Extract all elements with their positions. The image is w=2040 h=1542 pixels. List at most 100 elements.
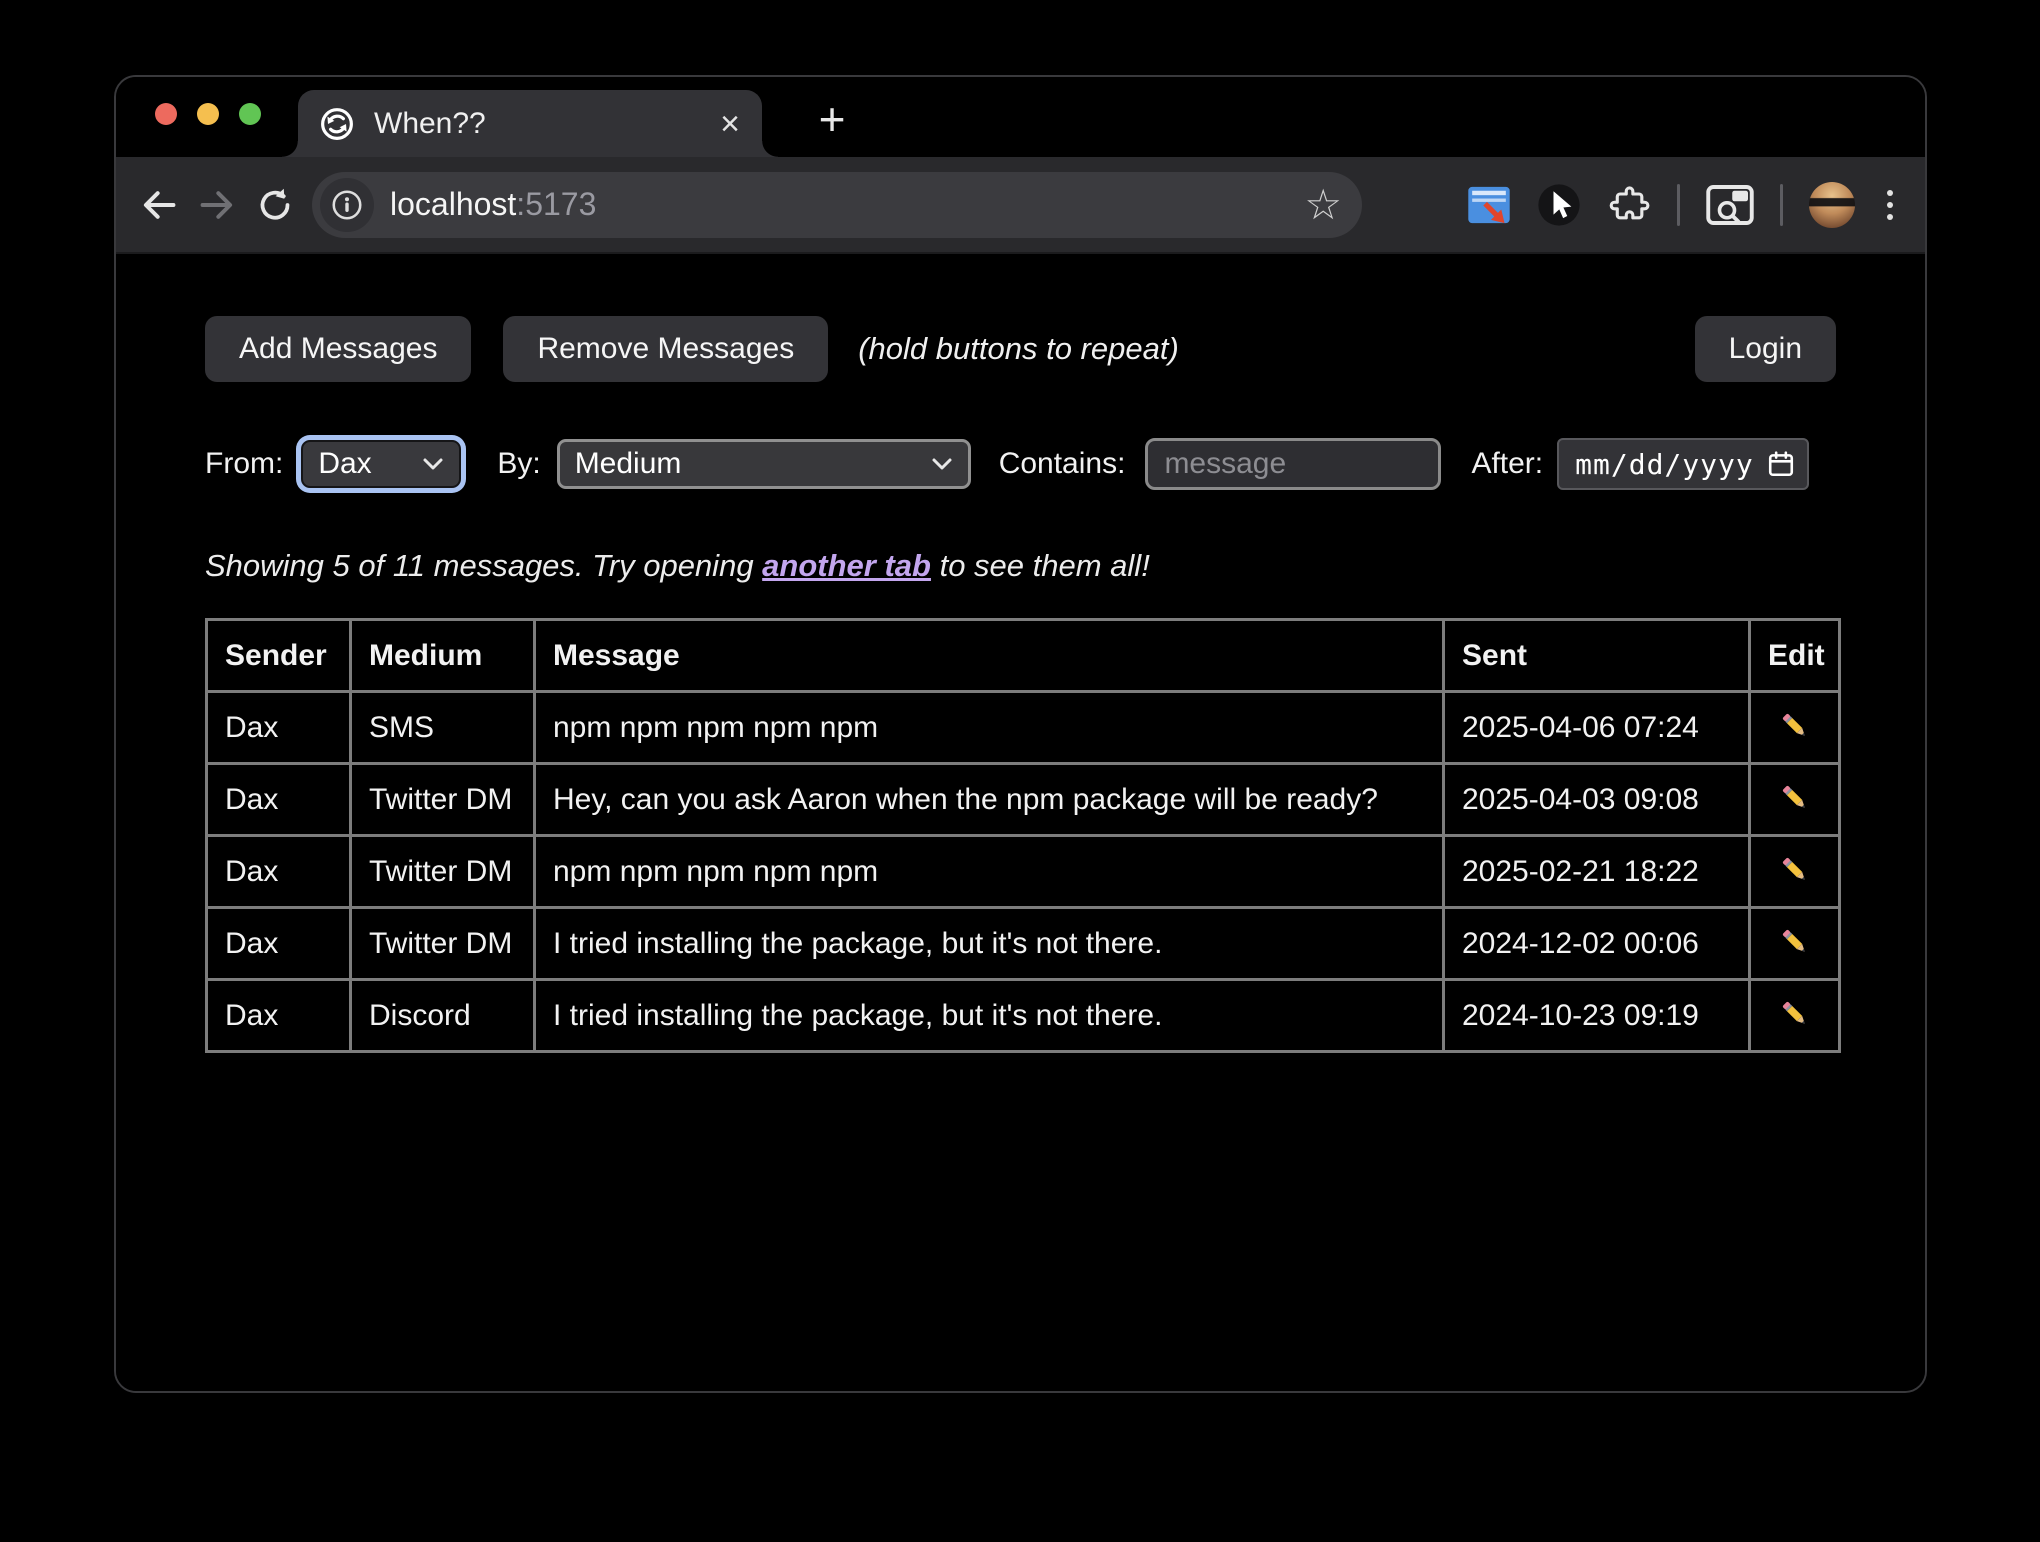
profile-avatar[interactable] bbox=[1809, 182, 1855, 228]
cell-message: I tried installing the package, but it's… bbox=[535, 908, 1444, 980]
after-label: After: bbox=[1471, 447, 1543, 481]
contains-label: Contains: bbox=[999, 447, 1126, 481]
from-select-value: Dax bbox=[318, 447, 371, 481]
page-content: Add Messages Remove Messages (hold butto… bbox=[116, 254, 1925, 1393]
cell-edit bbox=[1750, 764, 1840, 836]
cell-medium: Twitter DM bbox=[351, 764, 535, 836]
from-select[interactable]: Dax bbox=[301, 440, 461, 488]
window-resize-extension-icon[interactable] bbox=[1467, 185, 1511, 225]
forward-button[interactable] bbox=[188, 176, 246, 234]
by-select-value: Medium bbox=[575, 447, 682, 481]
three-dots-menu-icon[interactable] bbox=[1881, 184, 1899, 226]
status-line: Showing 5 of 11 messages. Try opening an… bbox=[205, 548, 1836, 584]
refresh-icon bbox=[255, 185, 295, 225]
zoom-window-button[interactable] bbox=[239, 103, 261, 125]
login-button[interactable]: Login bbox=[1695, 316, 1836, 382]
toolbar-right-cluster bbox=[1467, 182, 1903, 228]
cell-sender: Dax bbox=[207, 908, 351, 980]
cell-medium: Twitter DM bbox=[351, 908, 535, 980]
cell-sent: 2025-02-21 18:22 bbox=[1444, 836, 1750, 908]
edit-message-button[interactable] bbox=[1774, 777, 1816, 822]
browser-tab[interactable]: When?? × bbox=[298, 90, 762, 157]
info-circle-icon bbox=[329, 187, 365, 223]
arrow-left-icon bbox=[138, 184, 180, 226]
url-host: localhost bbox=[390, 186, 516, 223]
star-outline-bookmark-icon[interactable]: ☆ bbox=[1304, 184, 1342, 226]
edit-message-button[interactable] bbox=[1774, 849, 1816, 894]
pencil-icon bbox=[1778, 709, 1812, 743]
cell-edit bbox=[1750, 836, 1840, 908]
reload-button[interactable] bbox=[246, 176, 304, 234]
cell-sent: 2024-12-02 00:06 bbox=[1444, 908, 1750, 980]
cell-sent: 2025-04-03 09:08 bbox=[1444, 764, 1750, 836]
cell-sender: Dax bbox=[207, 980, 351, 1052]
edit-message-button[interactable] bbox=[1774, 993, 1816, 1038]
another-tab-link[interactable]: another tab bbox=[762, 548, 931, 583]
edit-message-button[interactable] bbox=[1774, 921, 1816, 966]
toolbar-separator bbox=[1780, 184, 1783, 226]
cell-sent: 2024-10-23 09:19 bbox=[1444, 980, 1750, 1052]
table-row: Dax Discord I tried installing the packa… bbox=[207, 980, 1840, 1052]
column-header-medium: Medium bbox=[351, 620, 535, 692]
site-info-button[interactable] bbox=[320, 178, 374, 232]
close-window-button[interactable] bbox=[155, 103, 177, 125]
sync-circle-favicon-icon bbox=[320, 107, 354, 141]
window-controls bbox=[155, 103, 261, 125]
column-header-sent: Sent bbox=[1444, 620, 1750, 692]
minimize-window-button[interactable] bbox=[197, 103, 219, 125]
browser-window: When?? × + bbox=[114, 75, 1927, 1393]
cell-sent: 2025-04-06 07:24 bbox=[1444, 692, 1750, 764]
cursor-circle-extension-icon[interactable] bbox=[1537, 183, 1581, 227]
add-messages-button[interactable]: Add Messages bbox=[205, 316, 471, 382]
cell-medium: Twitter DM bbox=[351, 836, 535, 908]
cell-message: npm npm npm npm npm bbox=[535, 692, 1444, 764]
messages-table: Sender Medium Message Sent Edit Dax SMS … bbox=[205, 618, 1841, 1053]
pencil-icon bbox=[1778, 853, 1812, 887]
by-label: By: bbox=[497, 447, 540, 481]
remove-messages-button[interactable]: Remove Messages bbox=[503, 316, 828, 382]
cell-edit bbox=[1750, 980, 1840, 1052]
contains-input[interactable] bbox=[1145, 438, 1441, 490]
hold-buttons-hint: (hold buttons to repeat) bbox=[858, 331, 1179, 367]
cell-sender: Dax bbox=[207, 692, 351, 764]
pencil-icon bbox=[1778, 925, 1812, 959]
table-row: Dax SMS npm npm npm npm npm 2025-04-06 0… bbox=[207, 692, 1840, 764]
tab-title: When?? bbox=[374, 107, 486, 141]
pencil-icon bbox=[1778, 997, 1812, 1031]
cell-edit bbox=[1750, 692, 1840, 764]
puzzle-piece-extensions-icon[interactable] bbox=[1607, 183, 1651, 227]
column-header-message: Message bbox=[535, 620, 1444, 692]
cell-edit bbox=[1750, 908, 1840, 980]
url-port: :5173 bbox=[516, 186, 596, 223]
window-search-icon[interactable] bbox=[1706, 184, 1754, 226]
cell-sender: Dax bbox=[207, 764, 351, 836]
cell-medium: Discord bbox=[351, 980, 535, 1052]
table-row: Dax Twitter DM Hey, can you ask Aaron wh… bbox=[207, 764, 1840, 836]
address-bar[interactable]: localhost :5173 ☆ bbox=[312, 172, 1362, 238]
cell-message: I tried installing the package, but it's… bbox=[535, 980, 1444, 1052]
table-header-row: Sender Medium Message Sent Edit bbox=[207, 620, 1840, 692]
table-row: Dax Twitter DM npm npm npm npm npm 2025-… bbox=[207, 836, 1840, 908]
tab-strip: When?? × + bbox=[116, 77, 1925, 157]
back-button[interactable] bbox=[130, 176, 188, 234]
calendar-icon[interactable] bbox=[1767, 450, 1795, 478]
cell-message: Hey, can you ask Aaron when the npm pack… bbox=[535, 764, 1444, 836]
filters-row: From: Dax By: Medium Contains: After: mm… bbox=[205, 438, 1836, 490]
by-select[interactable]: Medium bbox=[557, 439, 971, 489]
date-value: mm/dd/yyyy bbox=[1575, 448, 1754, 481]
column-header-edit: Edit bbox=[1750, 620, 1840, 692]
status-prefix: Showing 5 of 11 messages. Try opening bbox=[205, 548, 762, 583]
pencil-icon bbox=[1778, 781, 1812, 815]
after-date-input[interactable]: mm/dd/yyyy bbox=[1557, 438, 1809, 490]
cell-message: npm npm npm npm npm bbox=[535, 836, 1444, 908]
toolbar-separator bbox=[1677, 184, 1680, 226]
chevron-down-icon bbox=[930, 456, 954, 472]
new-tab-button[interactable]: + bbox=[806, 93, 858, 145]
browser-toolbar: localhost :5173 ☆ bbox=[116, 157, 1925, 254]
cell-medium: SMS bbox=[351, 692, 535, 764]
actions-row: Add Messages Remove Messages (hold butto… bbox=[205, 316, 1836, 382]
status-suffix: to see them all! bbox=[931, 548, 1150, 583]
table-row: Dax Twitter DM I tried installing the pa… bbox=[207, 908, 1840, 980]
tab-close-icon[interactable]: × bbox=[720, 107, 740, 141]
edit-message-button[interactable] bbox=[1774, 705, 1816, 750]
